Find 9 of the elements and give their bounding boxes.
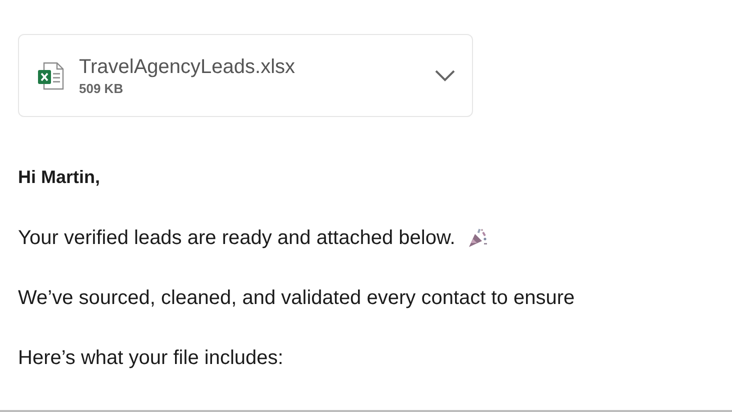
- body-text: Your verified leads are ready and attached below.: [18, 226, 456, 250]
- file-name: TravelAgencyLeads.xlsx: [79, 54, 296, 80]
- party-popper-icon: [467, 227, 490, 249]
- body-text: We’ve sourced, cleaned, and validated every contact to ensure: [18, 286, 575, 310]
- body-text: Here’s what your file includes:: [18, 346, 284, 370]
- attachment-card[interactable]: TravelAgencyLeads.xlsx 509 KB: [18, 34, 473, 117]
- greeting: Hi Martin,: [18, 166, 102, 189]
- chevron-down-icon[interactable]: [434, 68, 456, 82]
- file-size: 509 KB: [79, 80, 124, 98]
